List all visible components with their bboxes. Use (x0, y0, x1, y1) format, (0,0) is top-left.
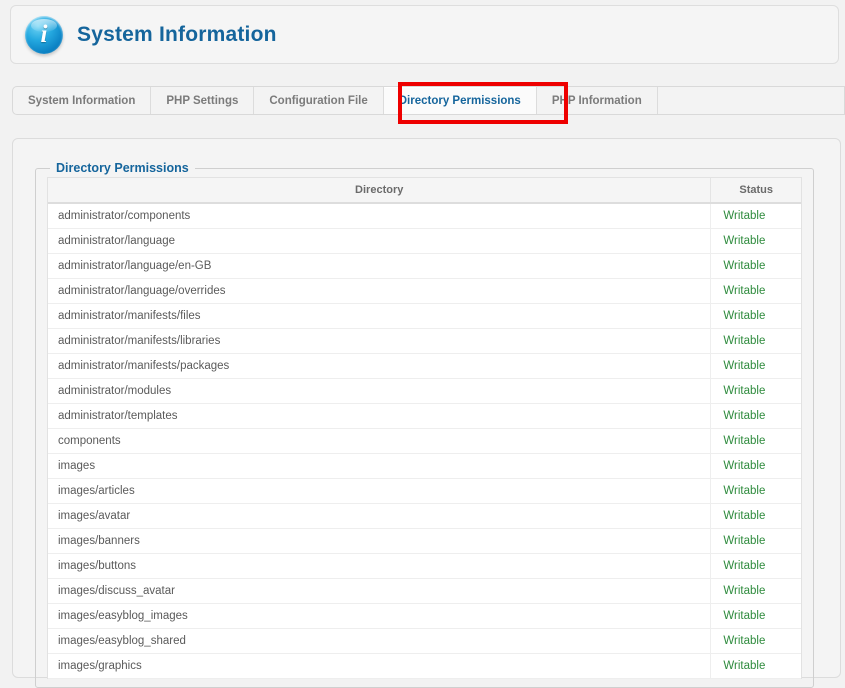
directory-cell: administrator/modules (48, 378, 711, 404)
table-row: images/easyblog_images Writable (48, 603, 801, 629)
directory-cell: administrator/manifests/files (48, 303, 711, 329)
directory-cell: images/easyblog_images (48, 603, 711, 629)
directory-cell: administrator/language (48, 228, 711, 254)
status-cell: Writable (710, 528, 801, 554)
directory-permissions-fieldset: Directory Permissions Directory Status a… (35, 161, 814, 688)
table-row: components Writable (48, 428, 801, 454)
tab-bar: System Information PHP Settings Configur… (12, 86, 845, 115)
status-cell: Writable (710, 653, 801, 679)
column-header-directory: Directory (48, 178, 711, 204)
directory-cell: administrator/language/overrides (48, 278, 711, 304)
table-row: administrator/manifests/libraries Writabl… (48, 328, 801, 354)
column-header-status: Status (710, 178, 801, 204)
status-cell: Writable (710, 453, 801, 479)
tab-php-settings[interactable]: PHP Settings (151, 87, 255, 114)
status-cell: Writable (710, 628, 801, 654)
status-cell: Writable (710, 303, 801, 329)
info-letter: i (40, 20, 48, 48)
directory-cell: images/easyblog_shared (48, 628, 711, 654)
tab-php-information[interactable]: PHP Information (537, 87, 658, 114)
status-cell: Writable (710, 578, 801, 604)
table-row: images/articles Writable (48, 478, 801, 504)
table-row: images/banners Writable (48, 528, 801, 554)
status-cell: Writable (710, 603, 801, 629)
status-cell: Writable (710, 378, 801, 404)
table-row: administrator/manifests/files Writable (48, 303, 801, 329)
directory-cell: administrator/manifests/libraries (48, 328, 711, 354)
status-cell: Writable (710, 478, 801, 504)
directory-cell: components (48, 428, 711, 454)
table-row: administrator/language/en-GB Writable (48, 253, 801, 279)
table-head: Directory Status (48, 178, 801, 204)
directory-cell: images/avatar (48, 503, 711, 529)
directory-table-wrapper: Directory Status administrator/component… (47, 177, 802, 679)
status-cell: Writable (710, 503, 801, 529)
table-row: images/graphics Writable (48, 653, 801, 679)
directory-permissions-panel: Directory Permissions Directory Status a… (12, 138, 841, 688)
table-row: images/discuss_avatar Writable (48, 578, 801, 604)
table-row: images/avatar Writable (48, 503, 801, 529)
directory-cell: images/graphics (48, 653, 711, 679)
status-cell: Writable (710, 428, 801, 454)
table-row: administrator/modules Writable (48, 378, 801, 404)
table-row: administrator/language Writable (48, 228, 801, 254)
status-cell: Writable (710, 403, 801, 429)
table-header-row: Directory Status (48, 178, 801, 204)
status-cell: Writable (710, 278, 801, 304)
fieldset-legend: Directory Permissions (56, 161, 189, 175)
table-body: administrator/components Writable administ… (48, 203, 801, 679)
status-cell: Writable (710, 353, 801, 379)
status-cell: Writable (710, 228, 801, 254)
tab-system-information[interactable]: System Information (13, 87, 152, 114)
directory-cell: administrator/manifests/packages (48, 353, 711, 379)
directory-cell: administrator/templates (48, 403, 711, 429)
tab-configuration-file[interactable]: Configuration File (254, 87, 384, 114)
table-row: images/buttons Writable (48, 553, 801, 579)
directory-cell: images/banners (48, 528, 711, 554)
directory-permissions-table: Directory Status administrator/component… (48, 178, 801, 679)
directory-cell: images/articles (48, 478, 711, 504)
table-row: administrator/components Writable (48, 203, 801, 229)
directory-cell: images/discuss_avatar (48, 578, 711, 604)
tab-directory-permissions[interactable]: Directory Permissions (383, 87, 537, 114)
directory-cell: images (48, 453, 711, 479)
table-row: administrator/language/overrides Writable (48, 278, 801, 304)
directory-cell: administrator/language/en-GB (48, 253, 711, 279)
table-row: administrator/templates Writable (48, 403, 801, 429)
table-row: images Writable (48, 453, 801, 479)
page-title: System Information (77, 22, 277, 46)
status-cell: Writable (710, 253, 801, 279)
table-row: images/easyblog_shared Writable (48, 628, 801, 654)
status-cell: Writable (710, 328, 801, 354)
page-header: i System Information (10, 5, 839, 64)
info-circle-icon: i (25, 15, 63, 54)
directory-cell: images/buttons (48, 553, 711, 579)
directory-cell: administrator/components (48, 203, 711, 229)
table-row: administrator/manifests/packages Writable (48, 353, 801, 379)
status-cell: Writable (710, 553, 801, 579)
tab-bar-filler (658, 87, 844, 114)
status-cell: Writable (710, 203, 801, 229)
